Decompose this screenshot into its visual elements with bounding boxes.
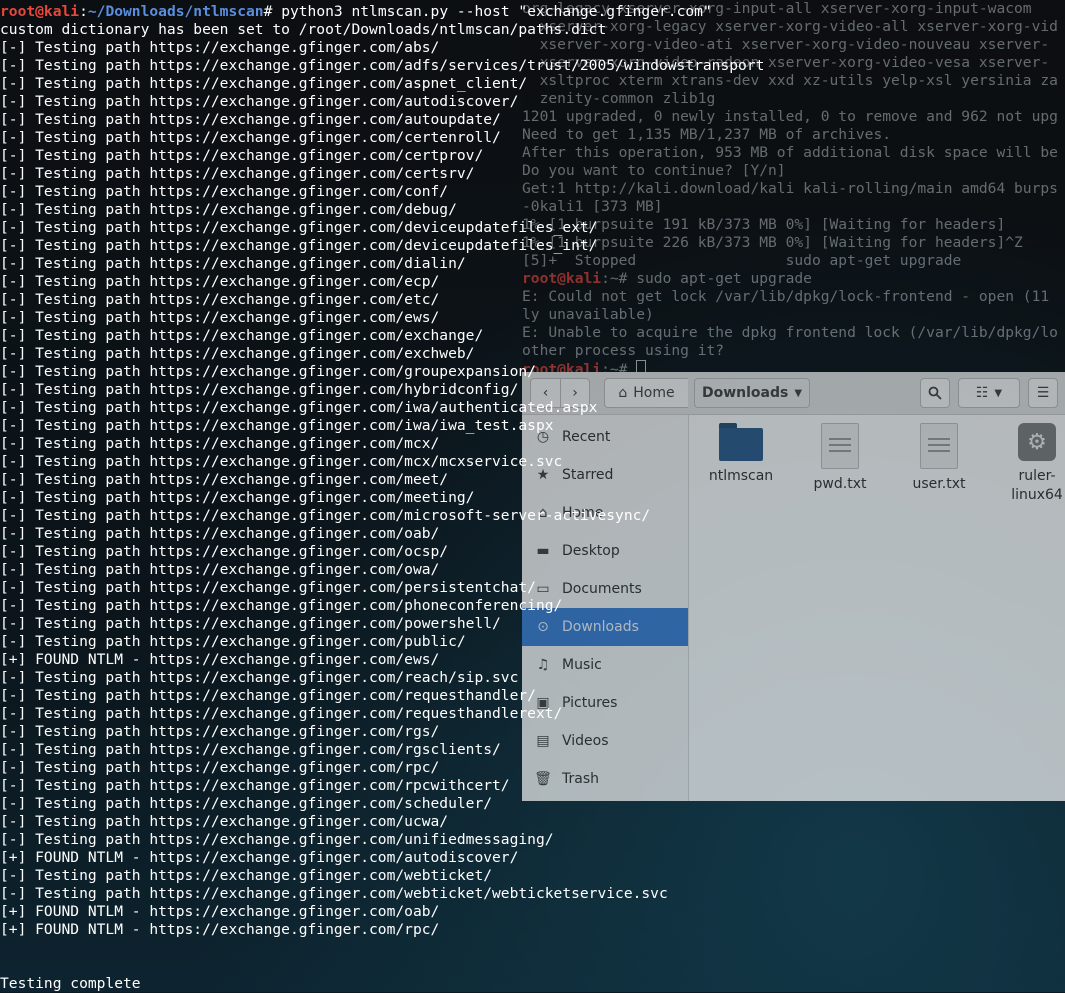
terminal-output-line: [-] Testing path https://exchange.gfinge…	[0, 741, 501, 758]
prompt-user: root@kali	[0, 3, 80, 20]
terminal-output-line: custom dictionary has been set to /root/…	[0, 21, 607, 38]
terminal-output-line: [-] Testing path https://exchange.gfinge…	[0, 399, 598, 416]
terminal-output-line: [-] Testing path https://exchange.gfinge…	[0, 831, 554, 848]
prompt-separator: :	[79, 3, 88, 20]
terminal-output-line: [-] Testing path https://exchange.gfinge…	[0, 327, 484, 344]
terminal-output-line: [-] Testing path https://exchange.gfinge…	[0, 615, 501, 632]
terminal-output-line: [-] Testing path https://exchange.gfinge…	[0, 795, 493, 812]
terminal-output-line: [-] Testing path https://exchange.gfinge…	[0, 129, 501, 146]
terminal-output-line: [-] Testing path https://exchange.gfinge…	[0, 489, 475, 506]
terminal-output-line: [-] Testing path https://exchange.gfinge…	[0, 237, 598, 254]
terminal-output-line: [-] Testing path https://exchange.gfinge…	[0, 255, 466, 272]
terminal-output-line: [-] Testing path https://exchange.gfinge…	[0, 39, 440, 56]
terminal-output-line: [-] Testing path https://exchange.gfinge…	[0, 507, 651, 524]
terminal-output-line: [-] Testing path https://exchange.gfinge…	[0, 705, 563, 722]
terminal-output-line: [-] Testing path https://exchange.gfinge…	[0, 183, 449, 200]
terminal-output-line: [-] Testing path https://exchange.gfinge…	[0, 579, 536, 596]
terminal-window[interactable]: root@kali:~/Downloads/ntlmscan# python3 …	[0, 3, 1065, 993]
terminal-output-line: [-] Testing path https://exchange.gfinge…	[0, 813, 449, 830]
terminal-output-line: [-] Testing path https://exchange.gfinge…	[0, 777, 510, 794]
terminal-output-line: [-] Testing path https://exchange.gfinge…	[0, 453, 563, 470]
terminal-output-line: [-] Testing path https://exchange.gfinge…	[0, 111, 501, 128]
terminal-output-line: [-] Testing path https://exchange.gfinge…	[0, 75, 528, 92]
terminal-output-line: [-] Testing path https://exchange.gfinge…	[0, 597, 563, 614]
terminal-output-line: [-] Testing path https://exchange.gfinge…	[0, 201, 457, 218]
terminal-output-line: [-] Testing path https://exchange.gfinge…	[0, 867, 493, 884]
terminal-output-line: [+] FOUND NTLM - https://exchange.gfinge…	[0, 651, 440, 668]
prompt-symbol: #	[263, 3, 282, 20]
terminal-output-line: [-] Testing path https://exchange.gfinge…	[0, 363, 536, 380]
terminal-output-line: [+] FOUND NTLM - https://exchange.gfinge…	[0, 921, 440, 938]
terminal-output-line: [-] Testing path https://exchange.gfinge…	[0, 309, 440, 326]
terminal-output-line: [-] Testing path https://exchange.gfinge…	[0, 471, 449, 488]
terminal-output-line: [-] Testing path https://exchange.gfinge…	[0, 291, 440, 308]
terminal-output-line: [-] Testing path https://exchange.gfinge…	[0, 543, 449, 560]
terminal-output-line: [-] Testing path https://exchange.gfinge…	[0, 759, 440, 776]
terminal-output-line: [-] Testing path https://exchange.gfinge…	[0, 381, 519, 398]
terminal-output-line: [-] Testing path https://exchange.gfinge…	[0, 669, 519, 686]
terminal-output: custom dictionary has been set to /root/…	[0, 21, 1065, 993]
terminal-output-line: [-] Testing path https://exchange.gfinge…	[0, 435, 440, 452]
terminal-output-line: [-] Testing path https://exchange.gfinge…	[0, 561, 440, 578]
terminal-command-line: root@kali:~/Downloads/ntlmscan# python3 …	[0, 3, 1065, 21]
terminal-output-line: [-] Testing path https://exchange.gfinge…	[0, 219, 598, 236]
terminal-output-line: [-] Testing path https://exchange.gfinge…	[0, 345, 475, 362]
terminal-output-line: [-] Testing path https://exchange.gfinge…	[0, 723, 440, 740]
terminal-output-line: [-] Testing path https://exchange.gfinge…	[0, 57, 765, 74]
terminal-output-line: [-] Testing path https://exchange.gfinge…	[0, 417, 554, 434]
terminal-output-line: [-] Testing path https://exchange.gfinge…	[0, 525, 440, 542]
terminal-output-line: [-] Testing path https://exchange.gfinge…	[0, 687, 536, 704]
terminal-output-line: [-] Testing path https://exchange.gfinge…	[0, 633, 466, 650]
terminal-output-line: [+] FOUND NTLM - https://exchange.gfinge…	[0, 849, 519, 866]
terminal-output-line: [-] Testing path https://exchange.gfinge…	[0, 147, 484, 164]
terminal-output-line: Testing complete	[0, 975, 141, 992]
terminal-output-line: [-] Testing path https://exchange.gfinge…	[0, 93, 519, 110]
terminal-output-line: [-] Testing path https://exchange.gfinge…	[0, 165, 475, 182]
terminal-output-line: [+] FOUND NTLM - https://exchange.gfinge…	[0, 903, 440, 920]
terminal-command: python3 ntlmscan.py --host "exchange.gfi…	[281, 3, 712, 20]
terminal-output-line: [-] Testing path https://exchange.gfinge…	[0, 885, 668, 902]
terminal-output-line: [-] Testing path https://exchange.gfinge…	[0, 273, 440, 290]
prompt-path: ~/Downloads/ntlmscan	[87, 3, 264, 20]
